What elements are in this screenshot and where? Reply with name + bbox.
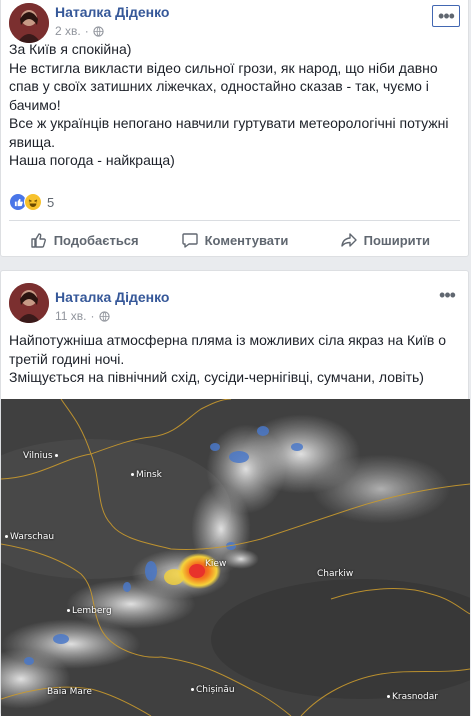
like-button[interactable]: Подобається <box>9 226 159 254</box>
city-label-kiew: Kiew <box>205 559 227 569</box>
author-name[interactable]: Наталка Діденко <box>55 289 169 305</box>
reactions-summary[interactable]: 5 <box>9 193 54 211</box>
thumbs-up-icon <box>31 233 46 248</box>
post-text: За Київ я спокійна) Не встигла викласти … <box>1 40 468 170</box>
post-text-line: Не встигла викласти відео сильної грози,… <box>9 59 438 113</box>
weather-satellite-map[interactable]: Vilnius Minsk Warschau Kiew Charkiw Lemb… <box>1 399 470 716</box>
city-label-chisinau: Chișinău <box>189 685 235 695</box>
author-name[interactable]: Наталка Діденко <box>55 4 169 20</box>
comment-button-label: Коментувати <box>204 232 289 248</box>
comment-button[interactable]: Коментувати <box>159 226 309 254</box>
reaction-count[interactable]: 5 <box>47 195 54 210</box>
city-label-krasnodar: Krasnodar <box>385 692 438 702</box>
post-header: Наталка Діденко 2 хв. · ••• <box>1 0 468 43</box>
action-bar: Подобається Коментувати Поширити <box>9 226 460 254</box>
post-time[interactable]: 2 хв. <box>55 24 81 38</box>
post-text: Найпотужніша атмосферна пляма із можливи… <box>1 331 468 387</box>
city-label-charkiw: Charkiw <box>317 569 354 579</box>
avatar[interactable] <box>9 3 49 43</box>
comment-icon <box>181 233 198 248</box>
post-2: Наталка Діденко 11 хв. · ••• Найпотужніш… <box>0 270 470 716</box>
haha-reaction-icon <box>24 193 42 211</box>
share-icon <box>340 233 357 247</box>
post-meta: 2 хв. · <box>55 24 104 38</box>
more-options-icon[interactable]: ••• <box>432 5 460 27</box>
share-button[interactable]: Поширити <box>310 226 460 254</box>
more-options-icon[interactable]: ••• <box>434 285 460 305</box>
post-text-line: Зміщується на північний схід, сусіди-чер… <box>9 369 424 385</box>
meta-separator: · <box>84 24 89 38</box>
city-label-warschau: Warschau <box>3 532 54 542</box>
post-header: Наталка Діденко 11 хв. · ••• <box>1 271 468 325</box>
post-text-line: Найпотужніша атмосферна пляма із можливи… <box>9 332 446 367</box>
city-label-minsk: Minsk <box>129 470 162 480</box>
post-meta: 11 хв. · <box>55 309 110 323</box>
city-label-lemberg: Lemberg <box>65 606 112 616</box>
post-1: Наталка Діденко 2 хв. · ••• За Київ я сп… <box>0 0 469 257</box>
post-text-line: Наша погода - найкраща) <box>9 152 175 168</box>
globe-icon[interactable] <box>98 310 110 322</box>
share-button-label: Поширити <box>363 232 431 248</box>
post-text-line: За Київ я спокійна) <box>9 41 132 57</box>
city-label-baia-mare: Baia Mare <box>47 687 92 697</box>
city-label-vilnius: Vilnius <box>23 451 60 461</box>
like-button-label: Подобається <box>53 232 139 248</box>
post-text-line: Все ж українців непогано навчили гуртува… <box>9 115 449 150</box>
meta-separator: · <box>90 309 95 323</box>
avatar[interactable] <box>9 283 49 323</box>
globe-icon[interactable] <box>93 25 104 37</box>
divider <box>9 220 460 221</box>
post-time[interactable]: 11 хв. <box>55 309 87 323</box>
